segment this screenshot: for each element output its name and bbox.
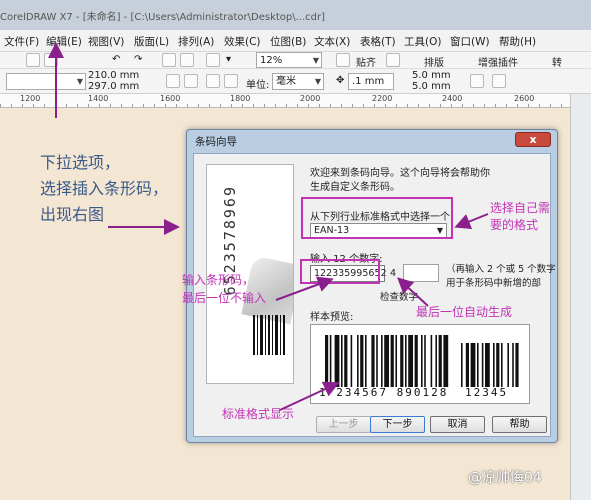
check-digit-label: 检查数字: [380, 292, 419, 303]
all-pages-icon[interactable]: [206, 74, 220, 88]
duplicate-y-field[interactable]: 5.0 mm: [412, 81, 451, 92]
chevron-down-icon: ▼: [314, 77, 321, 86]
menu-edit[interactable]: 编辑(E): [46, 34, 82, 49]
menu-effects[interactable]: 效果(C): [224, 34, 261, 49]
ruler-tick: 2200: [372, 94, 393, 103]
ruler-tick: 1600: [160, 94, 181, 103]
window-titlebar: CorelDRAW X7 - [未命名] - [C:\Users\Adminis…: [0, 0, 591, 30]
ruler-tick: 2000: [300, 94, 321, 103]
portrait-icon[interactable]: [166, 74, 180, 88]
annotation-choose-format-1: 选择自己需: [490, 201, 551, 215]
undo-icon[interactable]: ↶: [112, 54, 120, 65]
chevron-down-icon: ▼: [76, 77, 83, 86]
menu-bitmaps[interactable]: 位图(B): [270, 34, 306, 49]
help-button[interactable]: 帮助: [492, 416, 547, 433]
close-icon: x: [529, 133, 537, 146]
illustration-barcode-graphic: [253, 315, 285, 355]
export-icon[interactable]: [180, 53, 194, 67]
menu-text[interactable]: 文本(X): [314, 34, 350, 49]
menu-layout[interactable]: 版面(L): [134, 34, 169, 49]
window-title: CorelDRAW X7 - [未命名] - [C:\Users\Adminis…: [0, 12, 326, 23]
menu-file[interactable]: 文件(F): [4, 34, 39, 49]
chevron-down-icon: ▼: [312, 56, 319, 65]
docker-panel[interactable]: [570, 94, 591, 500]
format-highlight-box: [301, 197, 453, 239]
units-label: 单位:: [246, 80, 270, 91]
save-icon[interactable]: [26, 53, 40, 67]
options-icon[interactable]: [386, 53, 400, 67]
ruler-tick: 2600: [514, 94, 535, 103]
landscape-icon[interactable]: [184, 74, 198, 88]
full-screen-icon[interactable]: [336, 53, 350, 67]
page-width-field[interactable]: 210.0 mm: [88, 70, 139, 81]
annotation-auto-generated: 最后一位自动生成: [416, 305, 513, 319]
menu-view[interactable]: 视图(V): [88, 34, 124, 49]
property-bar: ▼ 210.0 mm 297.0 mm 单位: 毫米 ▼ ✥ .1 mm 5.0…: [0, 69, 591, 94]
addon-hint-line1: （再输入 2 个或 5 个数字: [446, 264, 556, 275]
next-button[interactable]: 下一步: [370, 416, 425, 433]
ruler-tick: 1400: [88, 94, 109, 103]
preview-addon-number: 12345: [465, 386, 509, 399]
annotation-input-barcode-1: 输入条形码，: [182, 273, 255, 287]
page-height-field[interactable]: 297.0 mm: [88, 81, 139, 92]
redo-icon[interactable]: ↷: [134, 54, 142, 65]
standard-toolbar: ↶ ↷ ▾ 12% ▼ 贴齐 排版 增强插件 转: [0, 52, 591, 69]
addon-hint-line2: 用于条形码中新增的部: [446, 278, 542, 289]
menu-help[interactable]: 帮助(H): [499, 34, 536, 49]
menu-arrange[interactable]: 排列(A): [178, 34, 214, 49]
prev-button[interactable]: 上一步: [316, 416, 371, 433]
zoom-combo[interactable]: 12% ▼: [256, 52, 322, 68]
cancel-button[interactable]: 取消: [430, 416, 485, 433]
menu-table[interactable]: 表格(T): [360, 34, 396, 49]
nudge-distance-field[interactable]: .1 mm: [348, 73, 394, 90]
preview-label: 样本预览:: [310, 312, 354, 323]
ruler-tick: 1800: [230, 94, 251, 103]
annotation-standard-display: 标准格式显示: [222, 407, 295, 421]
annotation-input-barcode-2: 最后一位不输入: [182, 291, 267, 305]
barcode-preview: 1 234567 890128 12345: [310, 324, 530, 404]
snap-to-button[interactable]: 贴齐: [356, 54, 376, 69]
check-digit-value: 4: [390, 268, 397, 279]
horizontal-ruler: 1200 1400 1600 1800 2000 2200 2400 2600: [0, 94, 591, 108]
current-page-icon[interactable]: [224, 74, 238, 88]
close-button[interactable]: x: [515, 132, 551, 147]
typeset-button[interactable]: 排版: [424, 54, 444, 69]
enhance-plugin-button[interactable]: 增强插件: [478, 54, 518, 69]
watermark-text: @凉帅悔04: [468, 470, 542, 486]
intro-text-line2: 生成自定义条形码。: [310, 182, 400, 193]
duplicate-x-field[interactable]: 5.0 mm: [412, 70, 451, 81]
annotation-dropdown-step: 下拉选项，: [40, 153, 121, 172]
preview-main-number: 1 234567 890128: [319, 386, 449, 399]
open-icon[interactable]: [44, 53, 58, 67]
zoom-value: 12%: [260, 55, 283, 66]
ruler-tick: 2400: [442, 94, 463, 103]
convert-button[interactable]: 转: [552, 54, 562, 69]
intro-text-line1: 欢迎来到条码向导。这个向导将会帮助你: [310, 168, 490, 179]
application-launcher-icon[interactable]: ▾: [226, 54, 231, 65]
dialog-title: 条码向导: [195, 136, 237, 148]
nudge-icon: ✥: [336, 75, 345, 86]
menu-window[interactable]: 窗口(W): [450, 34, 490, 49]
menu-tools[interactable]: 工具(O): [404, 34, 441, 49]
annotation-insert-barcode: 选择插入条形码，: [40, 179, 169, 198]
ruler-tick: 1200: [20, 94, 41, 103]
annotation-shows-dialog: 出现右图: [40, 205, 105, 224]
make-page-icon[interactable]: [470, 74, 484, 88]
units-combo[interactable]: 毫米 ▼: [272, 73, 324, 90]
import-icon[interactable]: [162, 53, 176, 67]
menu-bar: 文件(F) 编辑(E) 视图(V) 版面(L) 排列(A) 效果(C) 位图(B…: [0, 30, 591, 52]
addon-digits-input[interactable]: [403, 264, 439, 282]
publish-pdf-icon[interactable]: [206, 53, 220, 67]
nudge-value: .1 mm: [352, 76, 385, 87]
units-value: 毫米: [276, 76, 296, 87]
annotation-choose-format-2: 要的格式: [490, 218, 539, 232]
scale-icon[interactable]: [492, 74, 506, 88]
input-highlight-box: [300, 259, 380, 284]
paper-size-combo[interactable]: ▼: [6, 73, 86, 90]
